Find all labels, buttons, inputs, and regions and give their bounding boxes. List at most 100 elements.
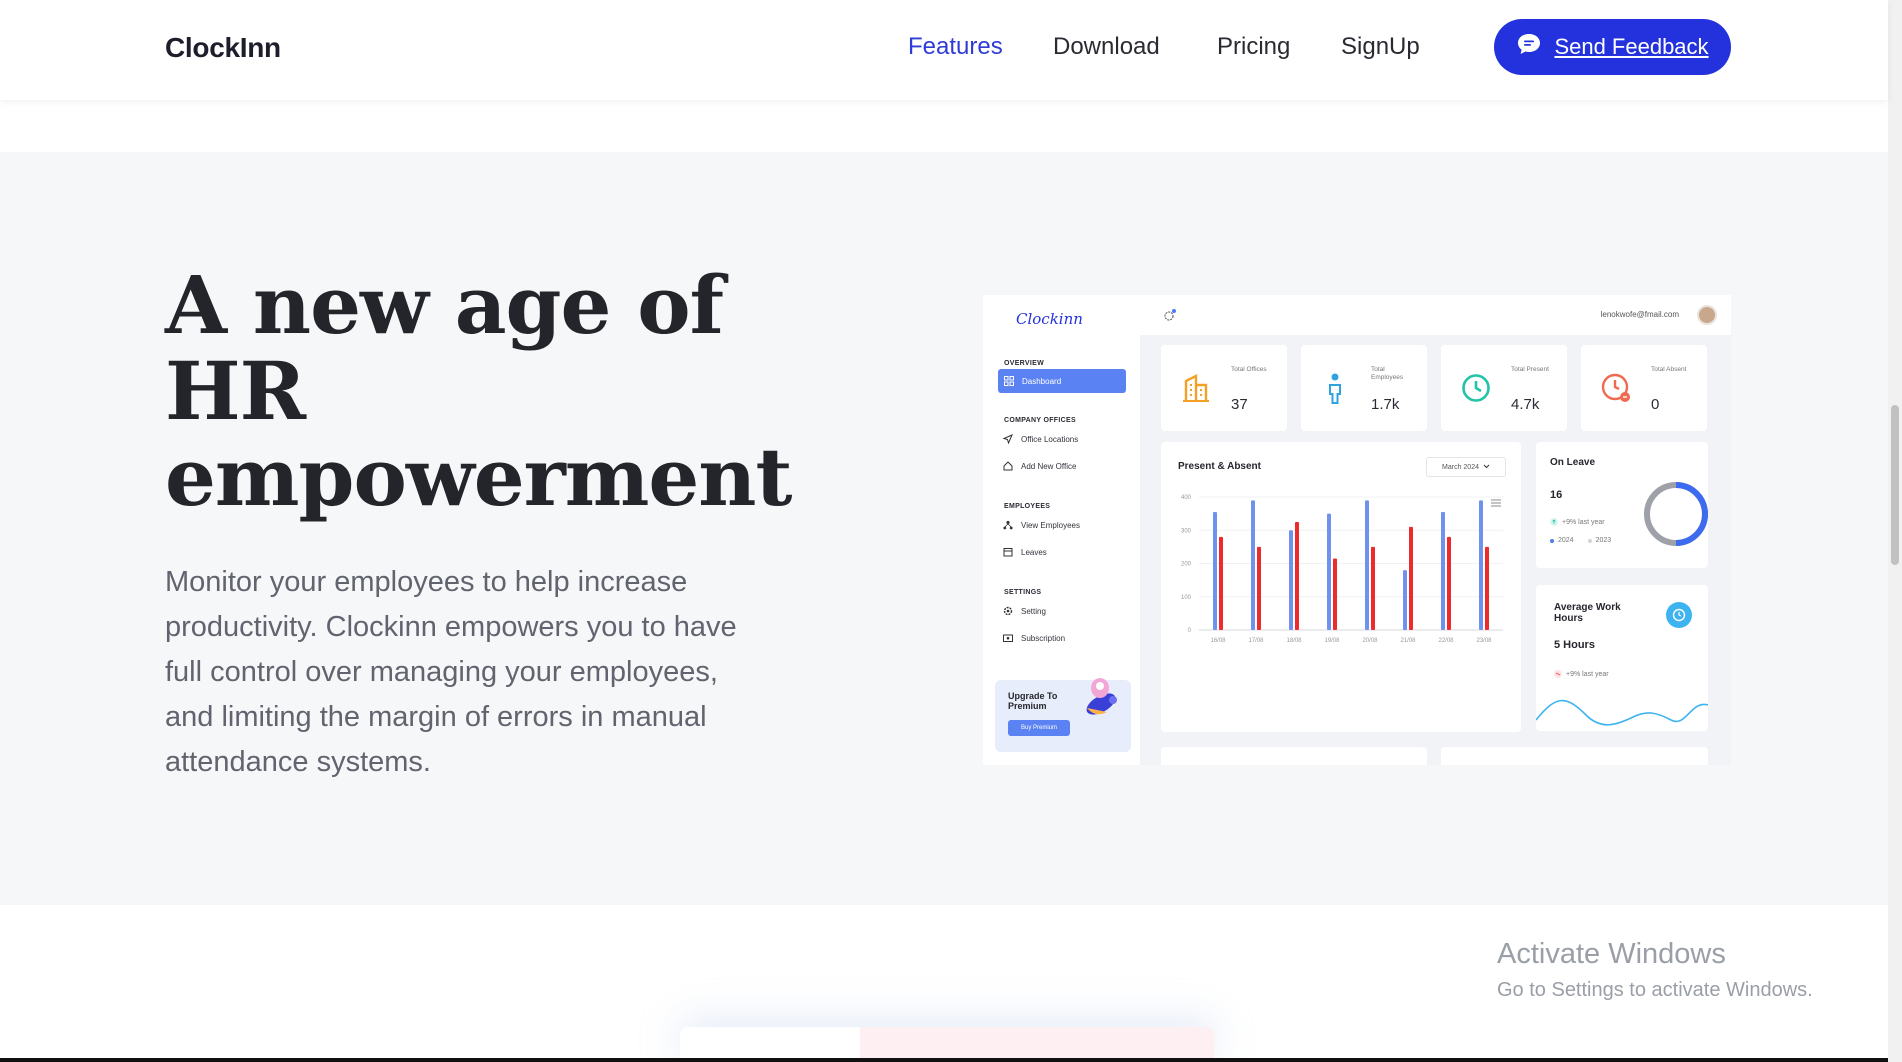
bar-series-0 [1479,500,1483,630]
watermark-line1: Activate Windows [1497,938,1726,970]
stat-label-present: Total Present [1511,366,1549,373]
sidebar-item-office-locations[interactable]: Office Locations [1002,434,1079,445]
up-arrow-icon [1550,513,1558,531]
x-tick-label: 21/08 [1400,638,1416,644]
bar-series-1 [1485,546,1489,630]
calendar-icon [1003,547,1013,557]
y-tick-label: 300 [1181,528,1192,534]
sidebar-item-office-locations-label: Office Locations [1021,434,1079,444]
legend-2023: 2023 [1587,537,1612,544]
bar-series-1 [1333,558,1337,630]
chat-bubble-icon [1516,32,1542,62]
x-tick-label: 16/08 [1210,638,1226,644]
y-tick-label: 200 [1181,562,1192,568]
home-icon [1003,461,1013,471]
stat-value-absent: 0 [1651,396,1660,413]
stat-value-employees: 1.7k [1371,396,1400,413]
stat-label-offices: Total Offices [1231,366,1267,373]
page: ClockInn Features Download Pricing SignU… [0,0,1902,1062]
sidebar-item-add-new-office-label: Add New Office [1021,461,1077,471]
sidebar-item-view-employees[interactable]: View Employees [1003,520,1080,530]
x-tick-label: 22/08 [1438,638,1454,644]
bar-series-0 [1289,530,1293,630]
clock-alert-icon [1601,373,1633,410]
nav-pricing[interactable]: Pricing [1217,33,1290,61]
dashboard-logo: Clockinn [1016,310,1083,328]
work-hours-sparkline [1536,699,1708,726]
on-leave-card: On Leave 16 +9% last year 2024 2023 [1536,442,1708,568]
work-hours-value: 5 Hours [1554,639,1595,651]
buy-premium-button[interactable]: Buy Premium [1008,720,1070,736]
upgrade-card: Upgrade To Premium Buy Premium [995,678,1131,752]
sidebar-item-subscription[interactable]: Subscription [1003,633,1065,643]
dashboard-sidebar: Clockinn OVERVIEW Dashboard COMPANY OFFI… [983,295,1140,765]
y-tick-label: 400 [1181,495,1192,501]
hero-title-line1: A new age of [165,258,724,352]
send-feedback-label: Send Feedback [1554,34,1709,59]
present-absent-chart: 0 100 200 300 400 16/08 17/08 18/08 19/08 20/08 21… [1181,495,1503,644]
user-email: lenokwofe@fmail.com [1600,310,1679,319]
bar-series-1 [1371,546,1375,630]
sidebar-item-view-employees-label: View Employees [1021,520,1080,530]
on-leave-delta-text: +9% last year [1562,518,1605,526]
work-hours-delta: +9% last year [1554,665,1609,683]
scrollbar-thumb[interactable] [1891,405,1899,565]
grid-icon [1004,376,1014,386]
nav-features[interactable]: Features [908,33,1003,61]
bar-series-1 [1447,536,1451,630]
settings-icon[interactable] [1163,308,1177,327]
person-icon [1327,373,1343,410]
work-hours-title: Average Work Hours [1554,602,1621,624]
scrollbar[interactable] [1888,0,1902,1062]
on-leave-donut [1644,482,1708,546]
send-feedback-button[interactable]: Send Feedback [1494,19,1731,75]
sidebar-item-add-new-office[interactable]: Add New Office [1003,461,1076,471]
bottom-card-left [1161,747,1427,765]
building-icon [1182,373,1210,408]
present-absent-card: Present & Absent March 2024 0 100 200 300 40… [1161,442,1521,732]
sidebar-item-setting[interactable]: Setting [1003,606,1046,616]
x-tick-label: 17/08 [1248,638,1264,644]
on-leave-title: On Leave [1550,457,1596,468]
sidebar-item-dashboard[interactable]: Dashboard [998,369,1126,393]
next-section-card-accent [860,1027,1214,1062]
sidebar-item-setting-label: Setting [1021,606,1046,616]
bar-series-0 [1441,511,1445,630]
hero-section: A new age of HR empowerment Monitor your… [0,152,1888,905]
users-icon [1003,520,1013,530]
on-leave-delta: +9% last year [1550,513,1605,531]
taskbar-edge [0,1058,1888,1062]
clock-badge-icon [1666,602,1692,633]
nav-signup[interactable]: SignUp [1341,33,1420,61]
legend-2023-label: 2023 [1595,537,1612,544]
work-hours-delta-text: +9% last year [1566,670,1609,678]
sidebar-section-company-offices: COMPANY OFFICES [1004,417,1076,424]
hero-title-line3: empowerment [165,430,792,524]
work-hours-card: Average Work Hours 5 Hours +9% last year [1536,585,1708,731]
site-header: ClockInn Features Download Pricing SignU… [0,0,1888,100]
stat-card-offices: Total Offices 37 [1161,345,1287,431]
nav-download[interactable]: Download [1053,33,1160,61]
sidebar-section-overview: OVERVIEW [1004,360,1045,367]
stat-value-offices: 37 [1231,396,1248,413]
legend-2024: 2024 [1550,537,1574,544]
bar-series-0 [1327,513,1331,630]
sidebar-item-leaves-label: Leaves [1021,547,1047,557]
site-logo[interactable]: ClockInn [165,32,281,64]
bar-series-0 [1365,500,1369,630]
stat-card-present: Total Present 4.7k [1441,345,1567,431]
on-leave-legend: 2024 2023 [1550,537,1611,544]
trend-icon [1554,665,1562,683]
sidebar-item-leaves[interactable]: Leaves [1003,547,1047,557]
x-tick-label: 20/08 [1362,638,1378,644]
upgrade-title: Upgrade To Premium [1008,691,1058,711]
avatar[interactable] [1697,305,1717,325]
bar-series-0 [1251,500,1255,630]
bar-series-1 [1295,521,1299,630]
dashboard-preview: Clockinn OVERVIEW Dashboard COMPANY OFFI… [983,295,1731,765]
bar-series-1 [1219,536,1223,630]
watermark-line2: Go to Settings to activate Windows. [1497,979,1813,1001]
bar-series-0 [1403,570,1407,630]
sidebar-section-settings: SETTINGS [1004,589,1042,596]
stat-label-absent: Total Absent [1651,366,1687,373]
